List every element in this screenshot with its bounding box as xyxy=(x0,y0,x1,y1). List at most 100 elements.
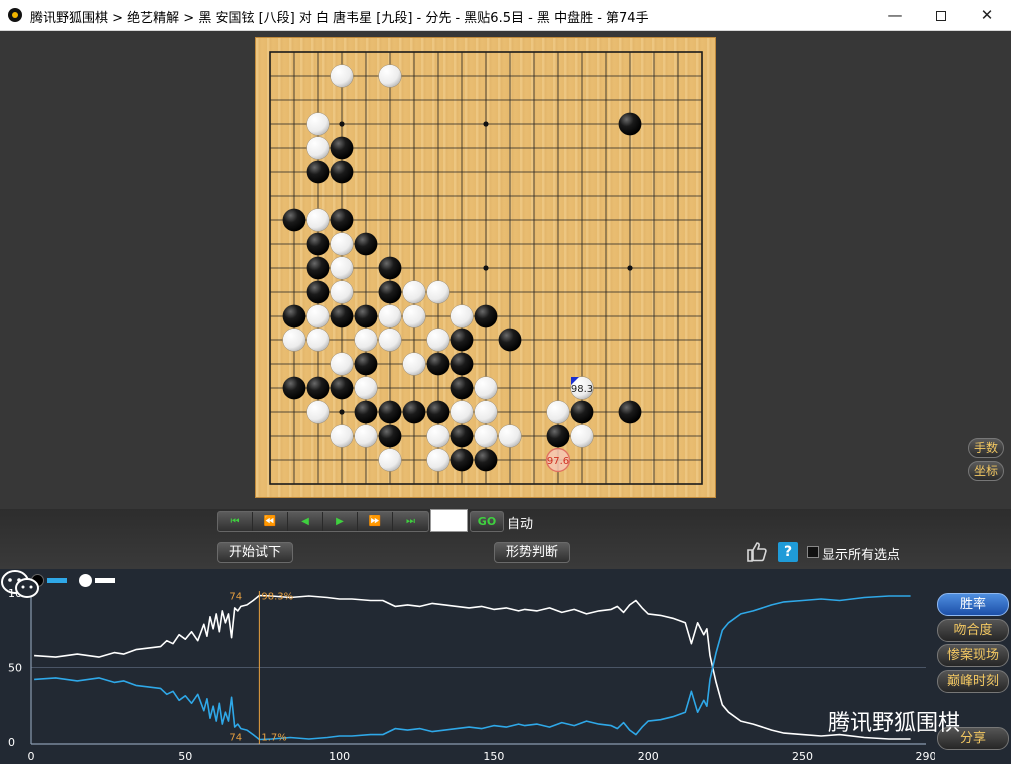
black-stone xyxy=(354,304,378,328)
maximize-button[interactable] xyxy=(918,0,964,31)
white-stone xyxy=(306,136,330,160)
black-stone xyxy=(306,256,330,280)
white-stone xyxy=(474,376,498,400)
white-stone xyxy=(402,304,426,328)
black-stone xyxy=(306,280,330,304)
coordinate-toggle[interactable]: 坐标 xyxy=(968,461,1004,481)
wechat-icon xyxy=(1,570,39,598)
white-stone xyxy=(330,232,354,256)
position-judge-button[interactable]: 形势判断 xyxy=(494,542,570,563)
app-logo-icon xyxy=(8,8,22,22)
black-legend-swatch xyxy=(47,578,67,583)
white-stone xyxy=(474,400,498,424)
white-stone xyxy=(282,328,306,352)
marker-white-value: 98.3% xyxy=(261,592,293,603)
title-bar[interactable]: 腾讯野狐围棋 > 绝艺精解 > 黑 安国铉 [八段] 对 白 唐韦星 [九段] … xyxy=(0,0,1011,31)
black-stone xyxy=(570,400,594,424)
white-stone xyxy=(330,280,354,304)
app-window: 腾讯野狐围棋 > 绝艺精解 > 黑 安国铉 [八段] 对 白 唐韦星 [九段] … xyxy=(0,0,1011,764)
marker-move-label: 74 xyxy=(229,732,242,743)
first-move-button[interactable]: ⏮ xyxy=(218,512,253,531)
white-stone xyxy=(450,400,474,424)
minimize-button[interactable]: — xyxy=(872,0,918,31)
x-tick-label: 290 xyxy=(916,750,936,763)
prev-move-button[interactable]: ◀ xyxy=(288,512,323,531)
white-stone xyxy=(330,424,354,448)
white-stone xyxy=(378,64,402,88)
y-tick-label: 50 xyxy=(8,662,22,675)
x-tick-label: 100 xyxy=(329,750,350,763)
start-trial-button[interactable]: 开始试下 xyxy=(217,542,293,563)
black-stone xyxy=(474,448,498,472)
back-ten-button[interactable]: ⏪ xyxy=(253,512,288,531)
star-point xyxy=(339,409,345,415)
win-rate-chart: 1005000501001502002502907498.3%741.7% xyxy=(8,587,936,763)
white-stone xyxy=(498,424,522,448)
board-canvas[interactable]: 98.3 97.6 xyxy=(256,38,717,499)
white-stone xyxy=(378,304,402,328)
white-stone xyxy=(426,328,450,352)
window-title: 腾讯野狐围棋 > 绝艺精解 > 黑 安国铉 [八段] 对 白 唐韦星 [九段] … xyxy=(30,11,649,26)
show-all-label: 显示所有选点 xyxy=(822,548,901,563)
auto-play-button[interactable]: 自动 xyxy=(507,513,533,532)
white-stone xyxy=(354,376,378,400)
white-stone xyxy=(426,448,450,472)
star-point xyxy=(339,121,345,127)
move-number-input[interactable] xyxy=(430,509,468,532)
black-stone xyxy=(330,376,354,400)
blunder-tab[interactable]: 惨案现场 xyxy=(937,644,1009,667)
forward-ten-button[interactable]: ⏩ xyxy=(358,512,393,531)
watermark-text: 腾讯野狐围棋 xyxy=(828,711,961,736)
control-strip: ⏮ ⏪ ◀ ▶ ⏩ ⏭ GO 自动 开始试下 形势判断 ? 显示所有选点 xyxy=(0,509,1011,569)
black-stone xyxy=(306,160,330,184)
black-stone xyxy=(378,256,402,280)
white-stone xyxy=(354,328,378,352)
last-move-button[interactable]: ⏭ xyxy=(393,512,428,531)
go-button[interactable]: GO xyxy=(470,511,504,532)
y-tick-label: 0 xyxy=(8,736,15,749)
black-stone xyxy=(618,400,642,424)
black-stone xyxy=(450,448,474,472)
black-stone xyxy=(378,280,402,304)
go-board[interactable]: 98.3 97.6 xyxy=(255,37,716,498)
black-stone xyxy=(498,328,522,352)
black-stone xyxy=(402,400,426,424)
black-stone xyxy=(474,304,498,328)
win-rate-tab[interactable]: 胜率 xyxy=(937,593,1009,616)
maximize-icon xyxy=(936,10,946,21)
next-move-button[interactable]: ▶ xyxy=(323,512,358,531)
help-icon[interactable]: ? xyxy=(778,542,798,562)
white-legend-swatch xyxy=(95,578,115,583)
white-stone xyxy=(330,64,354,88)
black-stone xyxy=(426,400,450,424)
black-stone xyxy=(426,352,450,376)
move-number-toggle[interactable]: 手数 xyxy=(968,438,1004,458)
match-rate-tab[interactable]: 吻合度 xyxy=(937,619,1009,642)
black-stone xyxy=(378,400,402,424)
star-point xyxy=(627,265,633,271)
white-stone xyxy=(474,424,498,448)
last-move-winrate: 98.3 xyxy=(571,384,593,395)
white-stone xyxy=(306,208,330,232)
black-stone xyxy=(450,328,474,352)
black-stone xyxy=(282,376,306,400)
black-stone xyxy=(450,376,474,400)
show-all-checkbox[interactable] xyxy=(807,546,819,558)
marker-move-label: 74 xyxy=(229,592,242,603)
x-tick-label: 200 xyxy=(638,750,659,763)
black-stone xyxy=(378,424,402,448)
white-stone xyxy=(426,424,450,448)
white-stone xyxy=(402,352,426,376)
black-stone xyxy=(330,136,354,160)
black-stone xyxy=(282,208,306,232)
black-stone xyxy=(330,304,354,328)
thumbs-up-icon[interactable] xyxy=(745,540,769,564)
white-stone xyxy=(570,424,594,448)
close-button[interactable]: ✕ xyxy=(964,0,1010,31)
white-stone xyxy=(354,424,378,448)
black-stone xyxy=(282,304,306,328)
white-stone xyxy=(330,256,354,280)
white-stone xyxy=(306,400,330,424)
star-point xyxy=(483,265,489,271)
peak-moment-tab[interactable]: 巅峰时刻 xyxy=(937,670,1009,693)
